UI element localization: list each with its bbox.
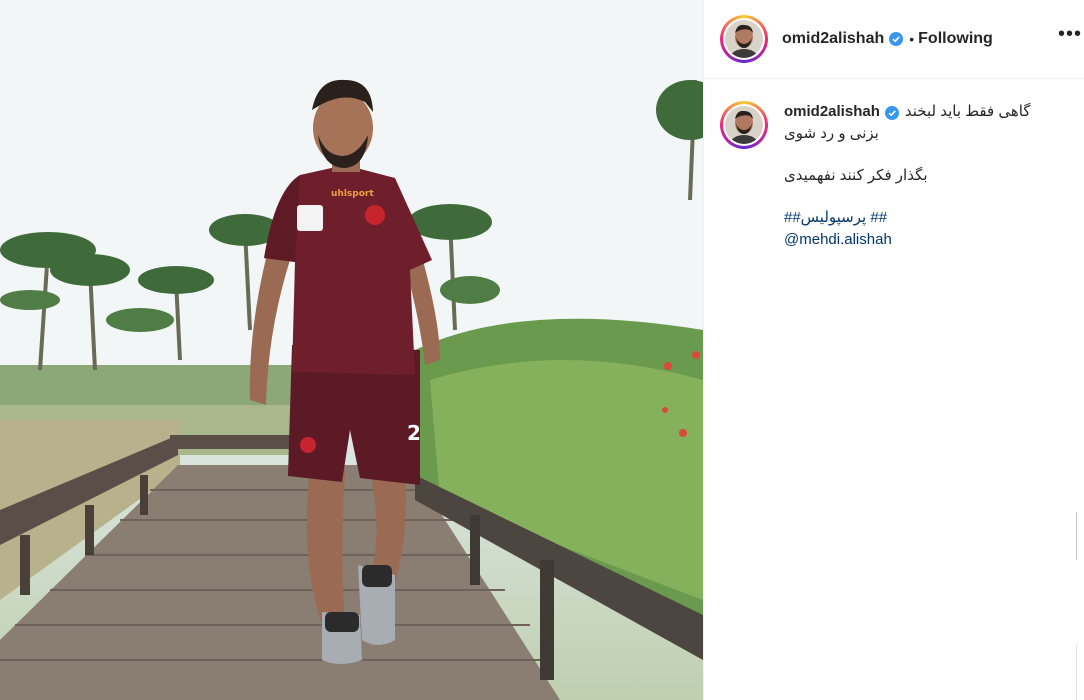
profile-photo-icon <box>725 106 763 144</box>
caption-hashtag[interactable]: ## پرسپولیس## <box>784 207 1072 229</box>
caption-line-1: گاهی فقط باید لبخند <box>904 103 1031 120</box>
ellipsis-icon[interactable]: ••• <box>1058 24 1082 44</box>
shorts-number: 2 <box>407 421 421 445</box>
author-username[interactable]: omid2alishah <box>782 30 884 48</box>
scroll-edge <box>1076 512 1084 560</box>
post-photo[interactable]: 2 uhlsport <box>0 0 703 700</box>
caption-line-2: بزنی و رد شوی <box>784 125 879 142</box>
jersey-brand: uhlsport <box>331 189 374 199</box>
caption-mention[interactable]: @mehdi.alishah <box>784 229 1072 251</box>
post-side-panel: omid2alishah • Following ••• omid2alisha… <box>703 0 1084 700</box>
post-header: omid2alishah • Following ••• <box>704 0 1084 79</box>
profile-photo-icon <box>725 20 763 58</box>
caption-line-3: بگذار فکر کنند نفهمیدی <box>784 167 928 184</box>
caption-text: omid2alishah گاهی فقط باید لبخند بزنی و … <box>784 101 1072 251</box>
caption-username[interactable]: omid2alishah <box>784 101 880 123</box>
following-button[interactable]: Following <box>918 30 993 48</box>
author-avatar[interactable] <box>720 15 768 63</box>
post-caption: omid2alishah گاهی فقط باید لبخند بزنی و … <box>704 79 1084 251</box>
caption-author-avatar[interactable] <box>720 101 768 149</box>
verified-badge-icon <box>884 105 899 120</box>
photo-illustration: 2 uhlsport <box>0 0 703 700</box>
post-viewer: 2 uhlsport omid2alishah • Following ••• … <box>0 0 1084 700</box>
scroll-edge-lower <box>1076 645 1084 700</box>
separator-dot: • <box>909 31 915 47</box>
verified-badge-icon <box>889 32 904 46</box>
